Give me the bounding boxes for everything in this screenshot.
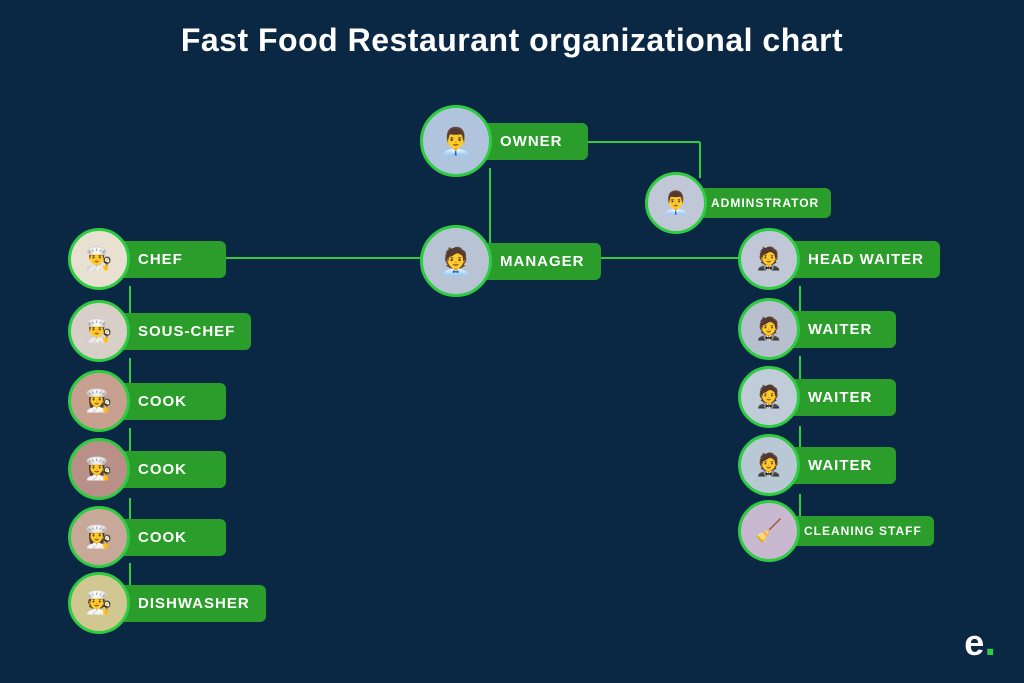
label-headwaiter: HEAD WAITER: [786, 241, 940, 278]
label-dishwasher: DISHWASHER: [116, 585, 266, 622]
node-owner: 👨‍💼 OWNER: [420, 105, 588, 177]
label-waiter2: WAITER: [786, 379, 896, 416]
node-waiter2: 🤵 WAITER: [738, 366, 896, 428]
node-waiter3: 🤵 WAITER: [738, 434, 896, 496]
node-cleaning: 🧹 CLEANING STAFF: [738, 500, 934, 562]
avatar-souschef: 👨‍🍳: [68, 300, 130, 362]
logo-dot: .: [984, 617, 996, 664]
avatar-waiter3: 🤵: [738, 434, 800, 496]
avatar-cook1: 👩‍🍳: [68, 370, 130, 432]
node-admin: 👨‍💼 ADMINSTRATOR: [645, 172, 831, 234]
label-waiter1: WAITER: [786, 311, 896, 348]
label-chef: CHEF: [116, 241, 226, 278]
node-waiter1: 🤵 WAITER: [738, 298, 896, 360]
avatar-cook2: 👩‍🍳: [68, 438, 130, 500]
node-manager: 🧑‍💼 MANAGER: [420, 225, 601, 297]
avatar-manager: 🧑‍💼: [420, 225, 492, 297]
logo-letter: e: [964, 622, 984, 663]
avatar-dishwasher: 🧑‍🍳: [68, 572, 130, 634]
label-cook2: COOK: [116, 451, 226, 488]
label-souschef: SOUS-CHEF: [116, 313, 251, 350]
label-cook3: COOK: [116, 519, 226, 556]
node-cook1: 👩‍🍳 COOK: [68, 370, 226, 432]
label-manager: MANAGER: [478, 243, 601, 280]
node-cook2: 👩‍🍳 COOK: [68, 438, 226, 500]
avatar-cleaning: 🧹: [738, 500, 800, 562]
avatar-admin: 👨‍💼: [645, 172, 707, 234]
logo: e.: [964, 617, 996, 665]
label-admin: ADMINSTRATOR: [693, 188, 831, 218]
page: Fast Food Restaurant organizational char…: [0, 0, 1024, 683]
avatar-chef: 👨‍🍳: [68, 228, 130, 290]
node-souschef: 👨‍🍳 SOUS-CHEF: [68, 300, 251, 362]
avatar-headwaiter: 🤵: [738, 228, 800, 290]
node-chef: 👨‍🍳 CHEF: [68, 228, 226, 290]
avatar-cook3: 👩‍🍳: [68, 506, 130, 568]
node-headwaiter: 🤵 HEAD WAITER: [738, 228, 940, 290]
label-cleaning: CLEANING STAFF: [786, 516, 934, 546]
page-title: Fast Food Restaurant organizational char…: [0, 0, 1024, 59]
label-waiter3: WAITER: [786, 447, 896, 484]
avatar-waiter2: 🤵: [738, 366, 800, 428]
node-cook3: 👩‍🍳 COOK: [68, 506, 226, 568]
label-owner: OWNER: [478, 123, 588, 160]
avatar-waiter1: 🤵: [738, 298, 800, 360]
label-cook1: COOK: [116, 383, 226, 420]
avatar-owner: 👨‍💼: [420, 105, 492, 177]
node-dishwasher: 🧑‍🍳 DISHWASHER: [68, 572, 266, 634]
